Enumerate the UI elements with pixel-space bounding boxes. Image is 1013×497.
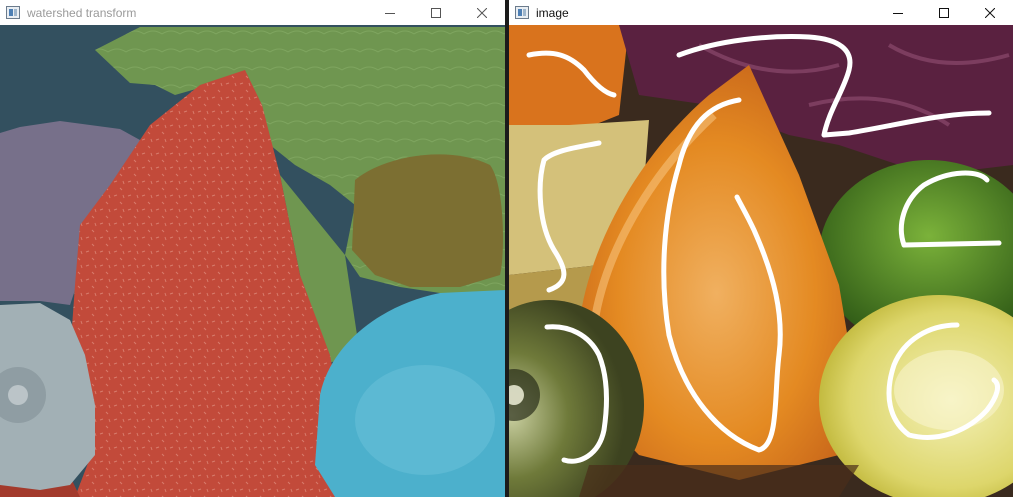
image-window: image [509,0,1013,497]
minimize-button[interactable] [367,0,413,25]
title-bar[interactable]: watershed transform [0,0,505,25]
minimize-icon [385,12,395,14]
close-icon [985,7,995,18]
watershed-image [0,25,505,497]
segment-olive [352,154,503,287]
fruit-image[interactable] [509,25,1013,497]
close-icon [477,7,487,18]
maximize-button[interactable] [921,0,967,25]
close-button[interactable] [459,0,505,25]
minimize-button[interactable] [875,0,921,25]
window-title: watershed transform [27,5,137,20]
title-bar[interactable]: image [509,0,1013,25]
image-canvas [509,25,1013,497]
minimize-icon [893,12,903,14]
window-controls [367,0,505,25]
maximize-button[interactable] [413,0,459,25]
close-button[interactable] [967,0,1013,25]
window-title: image [536,5,569,20]
maximize-icon [939,7,949,18]
segmentation-canvas [0,25,505,497]
maximize-icon [431,7,441,18]
window-controls [875,0,1013,25]
app-icon [515,6,529,19]
watershed-transform-window: watershed transform [0,0,505,497]
app-icon [6,6,20,19]
